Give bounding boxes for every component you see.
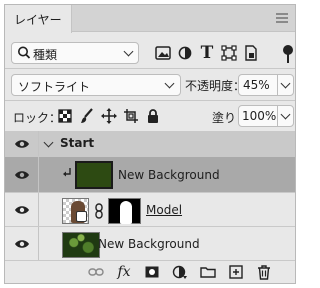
lock-all-icon[interactable]	[143, 106, 163, 126]
layer-row-fill[interactable]: New Background	[5, 157, 295, 193]
filter-kind-select[interactable]: 種類	[11, 42, 139, 64]
add-mask-icon[interactable]	[143, 263, 161, 281]
lock-position-icon[interactable]	[99, 106, 119, 126]
adjustment-layer-icon[interactable]	[171, 263, 189, 281]
layer-group-row[interactable]: Start	[5, 131, 295, 157]
panel-menu-icon[interactable]	[276, 13, 288, 23]
link-layers-icon[interactable]	[87, 263, 105, 281]
layer-name[interactable]: New Background	[118, 168, 220, 182]
layer-row-background[interactable]: New Background	[5, 227, 295, 261]
layer-row-model[interactable]: Model	[5, 193, 295, 227]
layer-name[interactable]: New Background	[98, 237, 200, 251]
lock-label: ロック：	[13, 111, 62, 125]
opacity-input[interactable]: 45%	[238, 74, 278, 96]
blend-mode-select[interactable]: ソフトライト	[11, 74, 181, 96]
opacity-dropdown-button[interactable]	[277, 74, 294, 96]
visibility-eye-icon[interactable]	[5, 131, 39, 156]
visibility-eye-icon[interactable]	[5, 193, 39, 226]
fx-icon[interactable]: fx	[115, 263, 133, 281]
image-filter-icon[interactable]	[153, 42, 173, 64]
opacity-label: 不透明度：	[185, 79, 246, 93]
chain-link-icon[interactable]	[94, 203, 104, 223]
layer-mask-thumbnail[interactable]	[108, 198, 141, 224]
new-layer-icon[interactable]	[227, 263, 245, 281]
shape-filter-icon[interactable]	[219, 42, 239, 64]
blend-mode-value: ソフトライト	[18, 80, 91, 94]
smart-object-badge-icon	[76, 211, 87, 222]
lock-image-pixels-icon[interactable]	[77, 106, 97, 126]
group-expand-chevron-icon[interactable]	[43, 137, 54, 148]
search-icon	[17, 45, 31, 65]
tab-layers[interactable]: レイヤー	[5, 5, 72, 33]
chevron-down-icon	[280, 109, 291, 120]
fill-color-thumbnail[interactable]	[75, 161, 113, 189]
filter-kind-label: 種類	[33, 48, 58, 62]
filter-toggle-switch[interactable]	[282, 43, 294, 65]
image-thumbnail[interactable]	[62, 232, 100, 258]
layers-panel: レイヤー 種類 T ソフトライト 不透明度： 45% ロック： 塗り： 100%…	[4, 4, 296, 284]
fill-input[interactable]: 100%	[238, 105, 278, 127]
lock-artboard-icon[interactable]	[121, 106, 141, 126]
smart-object-filter-icon[interactable]	[241, 42, 261, 64]
layers-footer-toolbar: fx	[5, 261, 295, 283]
divider	[5, 68, 295, 69]
adjustment-filter-icon[interactable]	[175, 42, 195, 64]
clipping-mask-arrow-icon	[62, 167, 72, 183]
visibility-eye-icon[interactable]	[5, 157, 39, 192]
layers-list: Start New Background Model New Backgroun…	[5, 131, 295, 261]
smart-object-thumbnail[interactable]	[62, 198, 89, 224]
group-name: Start	[60, 136, 95, 150]
chevron-down-icon	[280, 78, 291, 89]
visibility-eye-icon[interactable]	[5, 227, 39, 260]
type-filter-icon[interactable]: T	[197, 42, 217, 64]
divider	[5, 100, 295, 101]
chevron-down-icon	[123, 46, 134, 57]
chevron-down-icon	[164, 78, 175, 89]
new-group-icon[interactable]	[199, 263, 217, 281]
delete-layer-icon[interactable]	[255, 263, 273, 281]
lock-transparent-pixels-icon[interactable]	[55, 106, 75, 126]
fill-dropdown-button[interactable]	[277, 105, 294, 127]
panel-tab-bar: レイヤー	[5, 5, 295, 33]
layer-name[interactable]: Model	[146, 203, 182, 217]
